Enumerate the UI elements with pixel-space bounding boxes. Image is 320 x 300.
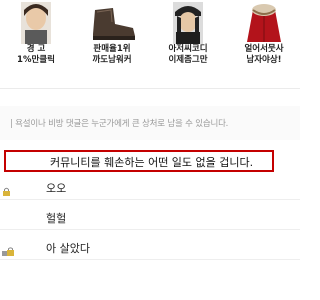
ad-item-2[interactable]: 판매율1위 까도남워커 (78, 0, 146, 66)
comment-row[interactable]: 헐헐 (0, 205, 300, 230)
comment-notice: | 욕설이나 비방 댓글은 누군가에게 큰 상처로 남을 수 있습니다. (10, 119, 229, 129)
ad-item-3[interactable]: 아저씨코디 이제좀그만 (154, 0, 222, 66)
comment-row[interactable]: 아 살았다 (0, 235, 300, 260)
ad-banner: 경 고 1%만클릭 판매율1위 까도남워커 아저씨코디 이제좀그만 얼어서뭇사 … (0, 0, 300, 78)
ad-caption-4a: 얼어서뭇사 (244, 44, 284, 54)
ad-caption-3b: 이제좀그만 (168, 55, 208, 65)
comment-row[interactable]: 오오 (0, 175, 300, 200)
boot-photo-icon (83, 2, 141, 44)
ad-caption-3a: 아저씨코디 (168, 44, 208, 54)
ad-caption-4b: 남자야상! (246, 55, 282, 65)
parka-photo-icon (235, 2, 293, 44)
comment-text: 아 살았다 (46, 242, 90, 255)
ad-item-4[interactable]: 얼어서뭇사 남자야상! (230, 0, 298, 66)
lock-icon (2, 182, 12, 196)
person-hat-photo-icon (159, 2, 217, 44)
ad-caption-1b: 1%만클릭 (17, 55, 55, 65)
highlighted-comment-text: 커뮤니티를 훼손하는 어떤 일도 없을 겁니다. (50, 156, 254, 169)
section-divider (0, 88, 300, 89)
ad-item-1[interactable]: 경 고 1%만클릭 (2, 0, 70, 66)
person-photo-icon (7, 2, 65, 44)
comment-text: 오오 (46, 182, 67, 195)
ad-caption-1a: 경 고 (26, 44, 46, 54)
ad-caption-2a: 판매율1위 (93, 44, 131, 54)
lock-icon (2, 242, 14, 256)
highlighted-comment: 커뮤니티를 훼손하는 어떤 일도 없을 겁니다. (4, 150, 274, 172)
ad-caption-2b: 까도남워커 (92, 55, 132, 65)
comment-text: 헐헐 (46, 212, 67, 225)
